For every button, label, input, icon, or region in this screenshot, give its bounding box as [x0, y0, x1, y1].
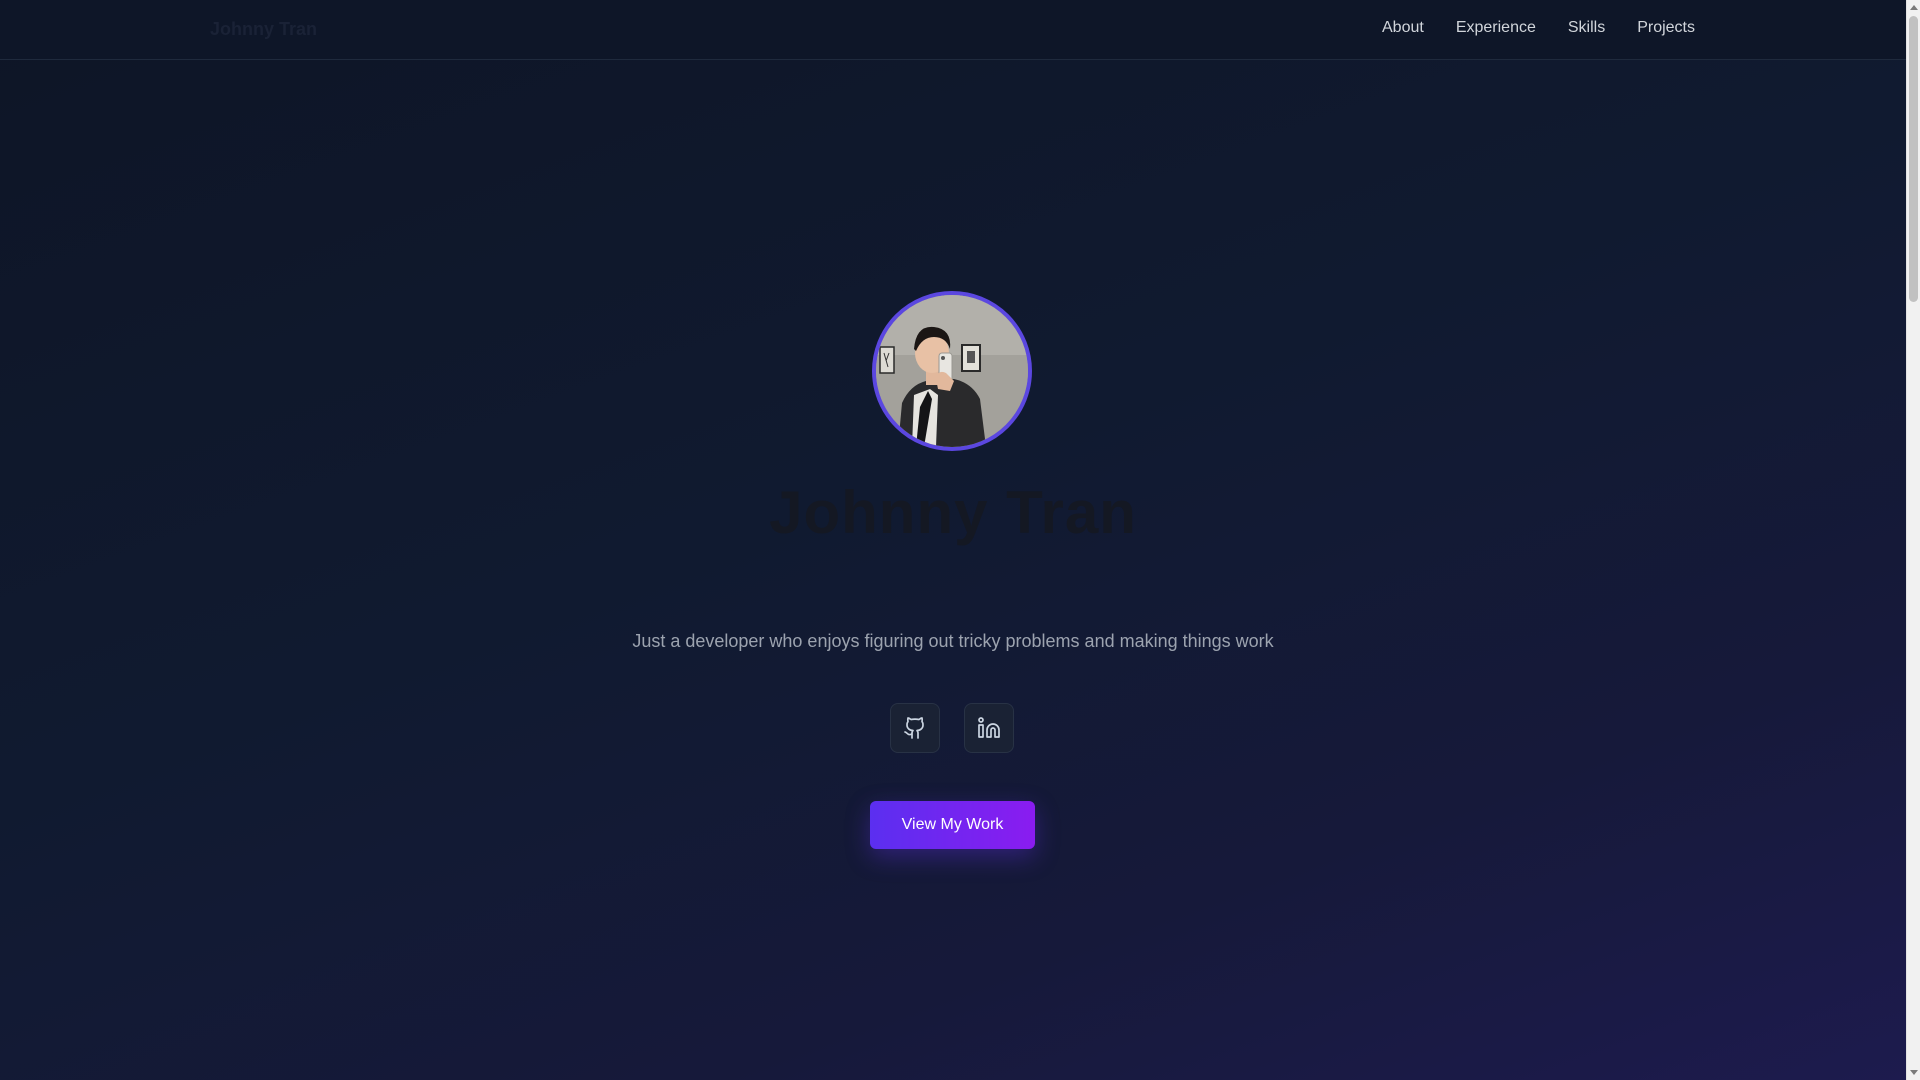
github-icon: [904, 717, 924, 739]
nav-item-skills[interactable]: Skills: [1568, 19, 1605, 37]
nav-links: About Experience Skills Projects: [1382, 19, 1695, 37]
nav-item-experience[interactable]: Experience: [1456, 19, 1536, 37]
hero-section: Johnny Tran Just a developer who enjoys …: [0, 60, 1906, 1080]
linkedin-link-button[interactable]: [964, 703, 1014, 753]
hero-name: Johnny Tran: [769, 479, 1137, 546]
linkedin-icon: [978, 717, 1000, 738]
scrollbar-thumb[interactable]: [1909, 16, 1918, 302]
github-link-button[interactable]: [890, 703, 940, 753]
page: Johnny Tran About Experience Skills Proj…: [0, 0, 1906, 1080]
profile-avatar: [872, 291, 1032, 451]
vertical-scrollbar[interactable]: [1906, 0, 1920, 1080]
view-my-work-button[interactable]: View My Work: [870, 801, 1035, 849]
navbar: Johnny Tran About Experience Skills Proj…: [0, 0, 1906, 60]
nav-item-about[interactable]: About: [1382, 19, 1424, 37]
scroll-down-arrow-icon[interactable]: [1910, 1070, 1918, 1075]
hero-tagline: Just a developer who enjoys figuring out…: [632, 631, 1274, 651]
brand-logo-text[interactable]: Johnny Tran: [210, 19, 317, 40]
profile-photo: [876, 295, 1028, 447]
social-links: [890, 703, 1014, 753]
nav-item-projects[interactable]: Projects: [1637, 19, 1695, 37]
scroll-up-arrow-icon[interactable]: [1910, 5, 1918, 10]
